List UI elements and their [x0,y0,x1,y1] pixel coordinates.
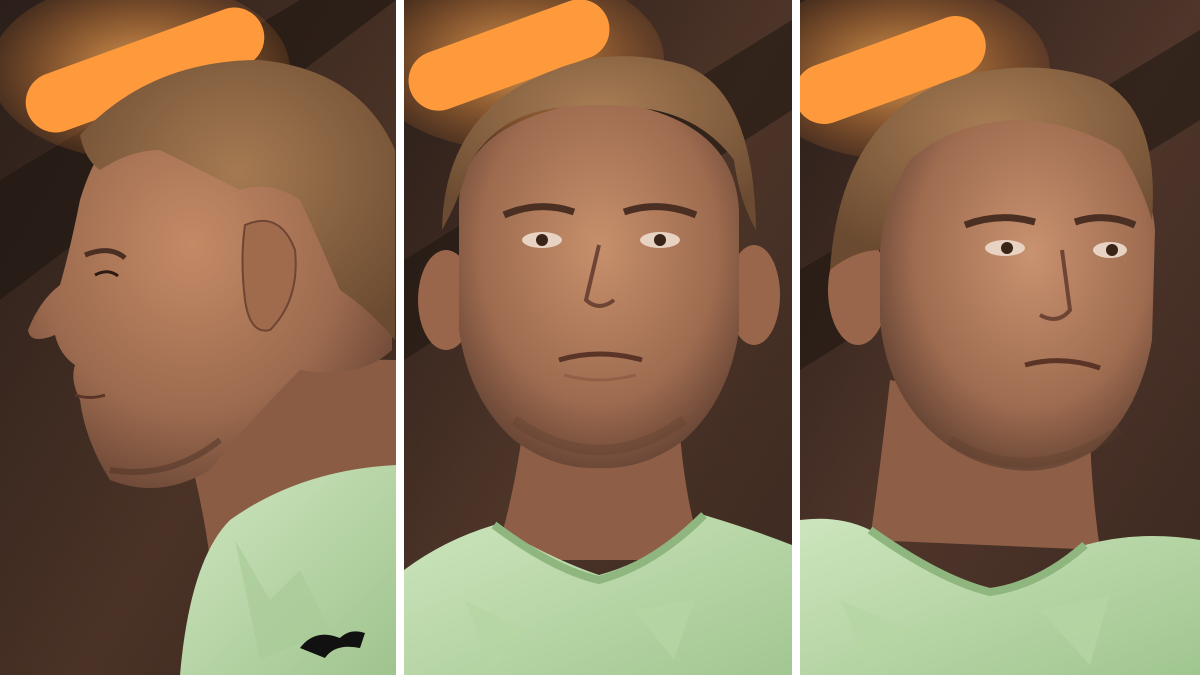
three-quarter-view-panel [800,0,1200,675]
profile-view-panel [0,0,396,675]
face-three-quarter [880,110,1155,471]
face-front [459,100,739,469]
profile-view-image [0,0,396,675]
face-comparison-collage [0,0,1200,675]
panel-divider [396,0,404,675]
front-view-panel [404,0,792,675]
three-quarter-view-image [800,0,1200,675]
panel-divider [792,0,800,675]
front-view-image [404,0,792,675]
